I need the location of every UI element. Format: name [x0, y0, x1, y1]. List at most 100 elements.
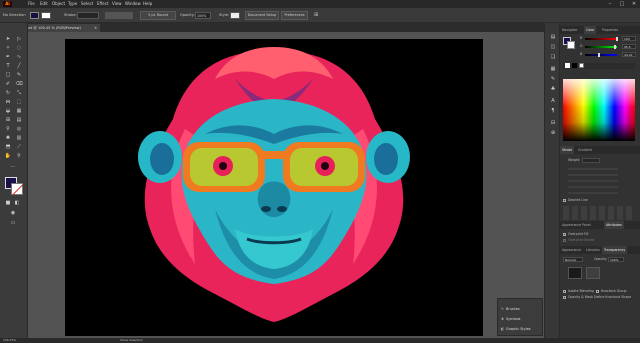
slice-tool-icon[interactable]: ⟋	[14, 143, 24, 151]
color-spectrum[interactable]	[563, 79, 635, 141]
knockout-group-checkbox[interactable]	[596, 290, 599, 293]
tab-attributes[interactable]: Attributes	[604, 221, 624, 229]
opacity-field[interactable]: 100%	[195, 12, 211, 19]
rectangle-tool-icon[interactable]: □	[3, 71, 13, 79]
symbols-panel-icon[interactable]: ♣	[548, 85, 558, 93]
mask-thumbnail[interactable]	[586, 267, 600, 279]
tab-transparency[interactable]: Transparency	[602, 246, 628, 254]
perspective-grid-tool-icon[interactable]: ▦	[14, 107, 24, 115]
channel-r-thumb[interactable]	[616, 37, 618, 41]
artboard-tool-icon[interactable]: ⬒	[3, 143, 13, 151]
libraries-panel-icon[interactable]: ❏	[548, 53, 558, 61]
brushes-panel-icon[interactable]: ✎	[548, 75, 558, 83]
isolate-blending-checkbox[interactable]	[563, 290, 566, 293]
width-tool-icon[interactable]: ⋈	[3, 98, 13, 106]
layers-panel-icon[interactable]: ◫	[548, 43, 558, 51]
blend-mode-select[interactable]: Normal	[563, 257, 583, 262]
menu-file[interactable]: File	[28, 1, 35, 7]
document-setup-button[interactable]: Document Setup	[245, 11, 279, 20]
channel-b-field[interactable]: 44.22	[622, 52, 636, 57]
column-graph-tool-icon[interactable]: ▥	[14, 134, 24, 142]
close-tab-icon[interactable]: ✕	[94, 24, 97, 32]
channel-g-thumb[interactable]	[614, 45, 616, 49]
tab-gradient[interactable]: Gradient	[576, 146, 594, 154]
hand-tool-icon[interactable]: ✋	[3, 152, 13, 160]
maximize-button[interactable]: □	[616, 0, 628, 8]
eyedropper-tool-icon[interactable]: ⚲	[3, 125, 13, 133]
channel-g-field[interactable]: 95.5	[622, 44, 636, 49]
menu-select[interactable]: Select	[81, 1, 93, 7]
status-text[interactable]: Show Selection	[120, 338, 143, 343]
variable-width-profile[interactable]	[105, 12, 133, 19]
artboard[interactable]	[65, 39, 483, 336]
lasso-tool-icon[interactable]: ◌	[14, 44, 24, 52]
menu-object[interactable]: Object	[52, 1, 65, 7]
gradient-mode-icon[interactable]: ◧	[12, 199, 22, 207]
fill-swatch[interactable]	[30, 12, 39, 19]
menu-window[interactable]: Window	[125, 1, 141, 7]
paragraph-panel-icon[interactable]: ¶	[548, 107, 558, 115]
rotate-tool-icon[interactable]: ↻	[3, 89, 13, 97]
transparency-opacity-field[interactable]: 100%	[608, 257, 624, 262]
screen-mode-icon[interactable]: ▭	[8, 219, 18, 227]
none-swatch[interactable]	[565, 63, 570, 68]
stroke-swatch[interactable]	[41, 12, 51, 19]
menu-type[interactable]: Type	[68, 1, 77, 7]
menu-view[interactable]: View	[112, 1, 122, 7]
direct-selection-tool-icon[interactable]: ▷	[14, 35, 24, 43]
transform-panel-icon[interactable]: ⊕	[548, 129, 558, 137]
black-swatch[interactable]	[572, 63, 577, 68]
close-window-button[interactable]: ✕	[628, 0, 640, 8]
monkey-illustration[interactable]	[65, 39, 483, 336]
magic-wand-tool-icon[interactable]: ✧	[3, 44, 13, 52]
tab-properties[interactable]: Properties	[600, 26, 620, 34]
edit-toolbar-icon[interactable]: ⋯	[8, 163, 18, 171]
pen-tool-icon[interactable]: ✒	[3, 53, 13, 61]
opacity-mask-checkbox[interactable]	[563, 296, 566, 299]
preferences-button[interactable]: Preferences	[281, 11, 308, 20]
tab-libraries[interactable]: Libraries	[584, 246, 602, 254]
paintbrush-tool-icon[interactable]: ✎	[14, 71, 24, 79]
minimize-button[interactable]: –	[604, 0, 616, 8]
channel-g-slider[interactable]	[585, 46, 617, 48]
type-tool-icon[interactable]: T	[3, 62, 13, 70]
channel-b-slider[interactable]	[585, 54, 617, 56]
zoom-level[interactable]: 106.45%	[3, 338, 16, 343]
zoom-tool-icon[interactable]: ⚲	[14, 152, 24, 160]
tab-stroke[interactable]: Stroke	[560, 146, 575, 154]
weight-field[interactable]	[582, 158, 600, 163]
tab-navigator[interactable]: Navigator	[560, 26, 580, 34]
type-panel-icon[interactable]: A	[548, 97, 558, 105]
draw-mode-icon[interactable]: ◉	[8, 209, 18, 217]
graphic-styles-row[interactable]: ◧ Graphic Styles	[501, 325, 531, 333]
stroke-color-swatch[interactable]	[11, 183, 23, 195]
line-tool-icon[interactable]: ╱	[14, 62, 24, 70]
stroke-weight-field[interactable]	[77, 12, 99, 19]
tab-color[interactable]: Color	[584, 26, 597, 34]
brushes-row[interactable]: ✎ Brushes	[501, 305, 520, 313]
curvature-tool-icon[interactable]: ∿	[14, 53, 24, 61]
menu-help[interactable]: Help	[143, 1, 152, 7]
dashed-line-checkbox[interactable]	[563, 199, 566, 202]
graphic-style-swatch[interactable]	[230, 12, 240, 19]
channel-r-slider[interactable]	[585, 38, 617, 40]
blend-tool-icon[interactable]: ◎	[14, 125, 24, 133]
symbol-sprayer-tool-icon[interactable]: ✺	[3, 134, 13, 142]
tab-appearance-panel[interactable]: Appearance Panel	[560, 221, 593, 229]
align-panel-icon[interactable]: ⊟	[548, 119, 558, 127]
swatches-panel-icon[interactable]: ▦	[548, 65, 558, 73]
selection-tool-icon[interactable]: ➤	[3, 35, 13, 43]
symbols-row[interactable]: ♣ Symbols	[501, 315, 520, 323]
white-swatch[interactable]	[579, 63, 584, 68]
gradient-tool-icon[interactable]: ▤	[14, 116, 24, 124]
shape-builder-tool-icon[interactable]: ◒	[3, 107, 13, 115]
overprint-fill-checkbox[interactable]	[563, 233, 566, 236]
brush-definition-dropdown[interactable]: 5 pt. Round	[140, 11, 176, 20]
overprint-stroke-checkbox[interactable]	[563, 239, 566, 242]
align-icon[interactable]: ⊞	[314, 12, 318, 18]
shaper-tool-icon[interactable]: ✐	[3, 80, 13, 88]
tab-appearance[interactable]: Appearance	[560, 246, 583, 254]
menu-edit[interactable]: Edit	[40, 1, 48, 7]
menu-effect[interactable]: Effect	[97, 1, 109, 7]
channel-r-field[interactable]: 100	[622, 36, 636, 41]
